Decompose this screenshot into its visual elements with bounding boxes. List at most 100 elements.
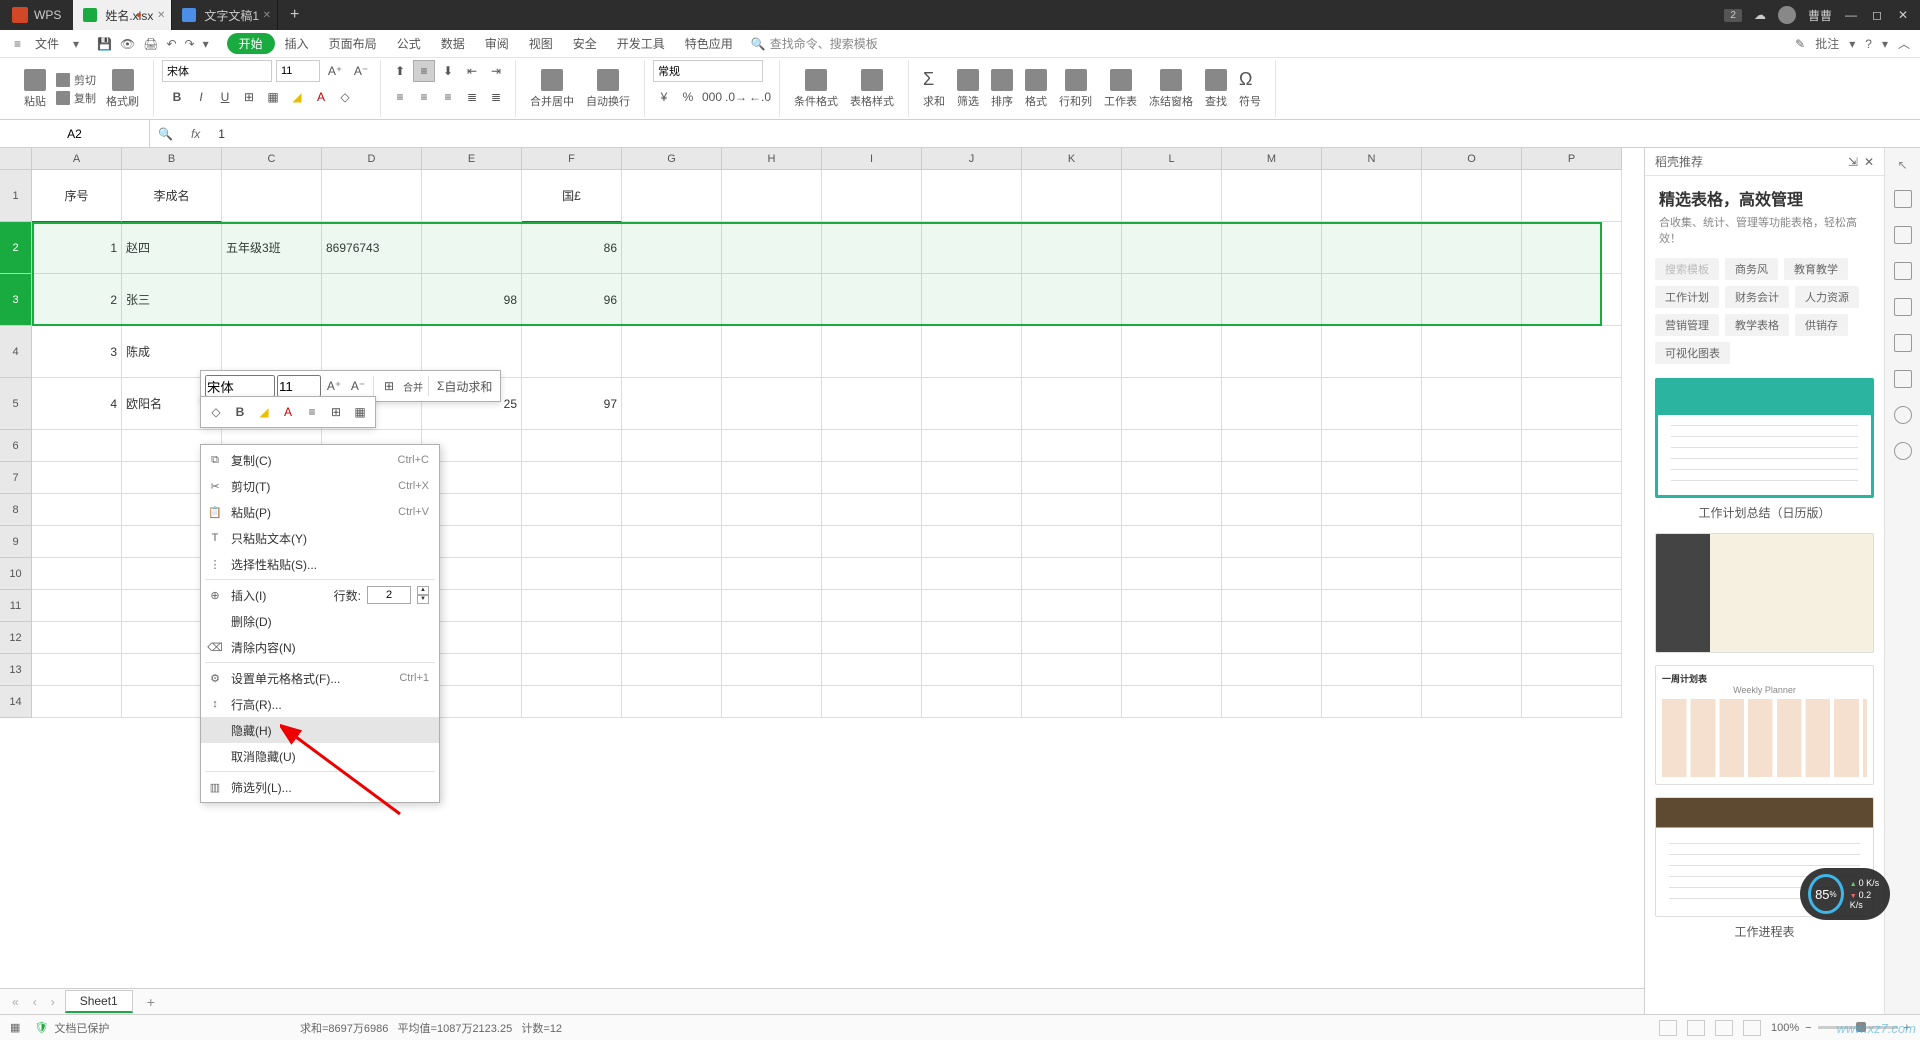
cell-G8[interactable] bbox=[622, 494, 722, 526]
ctx-clear[interactable]: ⌫清除内容(N) bbox=[201, 634, 439, 660]
mini-format-button[interactable]: ▦ bbox=[349, 401, 371, 423]
copy-button[interactable]: 复制 bbox=[56, 90, 96, 106]
gear-icon[interactable] bbox=[1894, 406, 1912, 424]
cell-N5[interactable] bbox=[1322, 378, 1422, 430]
cell-A3[interactable]: 2 bbox=[32, 274, 122, 326]
symbol-button[interactable]: Ω符号 bbox=[1233, 69, 1267, 109]
mini-font-size[interactable] bbox=[277, 375, 321, 397]
cell-J10[interactable] bbox=[922, 558, 1022, 590]
name-box-input[interactable] bbox=[0, 127, 149, 141]
cell-F10[interactable] bbox=[522, 558, 622, 590]
speed-widget[interactable]: 85% 0 K/s 0.2 K/s bbox=[1800, 868, 1890, 920]
settings-icon[interactable] bbox=[1894, 334, 1912, 352]
cell-O5[interactable] bbox=[1422, 378, 1522, 430]
row-header-6[interactable]: 6 bbox=[0, 430, 32, 462]
cell-K8[interactable] bbox=[1022, 494, 1122, 526]
find-button[interactable]: 查找 bbox=[1199, 69, 1233, 109]
col-header-N[interactable]: N bbox=[1322, 148, 1422, 169]
col-header-F[interactable]: F bbox=[522, 148, 622, 169]
clear-format-button[interactable]: ◇ bbox=[334, 86, 356, 108]
cell-A1[interactable]: 序号 bbox=[32, 170, 122, 222]
increase-font-icon[interactable]: A⁺ bbox=[323, 375, 345, 397]
cell-P7[interactable] bbox=[1522, 462, 1622, 494]
cell-D1[interactable] bbox=[322, 170, 422, 222]
cell-O8[interactable] bbox=[1422, 494, 1522, 526]
number-format-combo[interactable] bbox=[653, 60, 763, 82]
filter-button[interactable]: 筛选 bbox=[951, 69, 985, 109]
cell-H7[interactable] bbox=[722, 462, 822, 494]
cell-A6[interactable] bbox=[32, 430, 122, 462]
cell-I2[interactable] bbox=[822, 222, 922, 274]
cell-H2[interactable] bbox=[722, 222, 822, 274]
ctx-unhide[interactable]: 取消隐藏(U) bbox=[201, 743, 439, 769]
cell-P10[interactable] bbox=[1522, 558, 1622, 590]
fx-icon[interactable]: fx bbox=[181, 127, 210, 141]
cell-E1[interactable] bbox=[422, 170, 522, 222]
ctx-row-height[interactable]: ↕行高(R)... bbox=[201, 691, 439, 717]
cell-G5[interactable] bbox=[622, 378, 722, 430]
cell-M10[interactable] bbox=[1222, 558, 1322, 590]
cell-A2[interactable]: 1 bbox=[32, 222, 122, 274]
decrease-indent-button[interactable]: ⇤ bbox=[461, 60, 483, 82]
cell-J7[interactable] bbox=[922, 462, 1022, 494]
cell-K9[interactable] bbox=[1022, 526, 1122, 558]
col-header-L[interactable]: L bbox=[1122, 148, 1222, 169]
col-header-H[interactable]: H bbox=[722, 148, 822, 169]
cell-N2[interactable] bbox=[1322, 222, 1422, 274]
cell-B1[interactable]: 李成名 bbox=[122, 170, 222, 222]
cell-J13[interactable] bbox=[922, 654, 1022, 686]
cell-H5[interactable] bbox=[722, 378, 822, 430]
zoom-out-button[interactable]: − bbox=[1805, 1022, 1811, 1034]
add-tab-button[interactable]: + bbox=[278, 6, 311, 24]
cell-N7[interactable] bbox=[1322, 462, 1422, 494]
cell-G3[interactable] bbox=[622, 274, 722, 326]
cell-K13[interactable] bbox=[1022, 654, 1122, 686]
cell-K1[interactable] bbox=[1022, 170, 1122, 222]
spin-up-button[interactable]: ▲ bbox=[417, 586, 429, 595]
sort-button[interactable]: 排序 bbox=[985, 69, 1019, 109]
freeze-panes-button[interactable]: 冻结窗格 bbox=[1143, 69, 1199, 109]
cell-P5[interactable] bbox=[1522, 378, 1622, 430]
comment-icon[interactable]: ✎ bbox=[1795, 37, 1805, 51]
cell-A12[interactable] bbox=[32, 622, 122, 654]
cell-J5[interactable] bbox=[922, 378, 1022, 430]
row-header-13[interactable]: 13 bbox=[0, 654, 32, 686]
col-header-B[interactable]: B bbox=[122, 148, 222, 169]
cell-A14[interactable] bbox=[32, 686, 122, 718]
row-header-2[interactable]: 2 bbox=[0, 222, 32, 274]
ctx-paste-text[interactable]: T只粘贴文本(Y) bbox=[201, 525, 439, 551]
menu-security[interactable]: 安全 bbox=[563, 35, 607, 52]
cell-O12[interactable] bbox=[1422, 622, 1522, 654]
cell-L13[interactable] bbox=[1122, 654, 1222, 686]
view-normal-button[interactable] bbox=[1659, 1020, 1677, 1036]
cell-F5[interactable]: 97 bbox=[522, 378, 622, 430]
cell-O4[interactable] bbox=[1422, 326, 1522, 378]
cell-P4[interactable] bbox=[1522, 326, 1622, 378]
cell-I10[interactable] bbox=[822, 558, 922, 590]
sum-button[interactable]: Σ求和 bbox=[917, 69, 951, 109]
template-card[interactable]: 一周计划表Weekly Planner bbox=[1655, 665, 1874, 785]
row-header-1[interactable]: 1 bbox=[0, 170, 32, 222]
merge-center-button[interactable]: 合并居中 bbox=[524, 69, 580, 109]
cell-J14[interactable] bbox=[922, 686, 1022, 718]
cell-K7[interactable] bbox=[1022, 462, 1122, 494]
cell-M5[interactable] bbox=[1222, 378, 1322, 430]
cell-N6[interactable] bbox=[1322, 430, 1422, 462]
chevron-down-icon[interactable]: ▾ bbox=[203, 37, 209, 51]
tag-hr[interactable]: 人力资源 bbox=[1795, 286, 1859, 308]
row-header-9[interactable]: 9 bbox=[0, 526, 32, 558]
cell-I1[interactable] bbox=[822, 170, 922, 222]
view-break-button[interactable] bbox=[1715, 1020, 1733, 1036]
print-icon[interactable]: 🖨 bbox=[143, 37, 158, 51]
col-header-M[interactable]: M bbox=[1222, 148, 1322, 169]
cell-P14[interactable] bbox=[1522, 686, 1622, 718]
cell-G11[interactable] bbox=[622, 590, 722, 622]
cell-A7[interactable] bbox=[32, 462, 122, 494]
cell-P2[interactable] bbox=[1522, 222, 1622, 274]
chevron-down-icon[interactable]: ▾ bbox=[73, 37, 79, 51]
cell-M4[interactable] bbox=[1222, 326, 1322, 378]
menu-home[interactable]: 开始 bbox=[227, 33, 275, 54]
spin-down-button[interactable]: ▼ bbox=[417, 595, 429, 604]
slide-icon[interactable] bbox=[1894, 298, 1912, 316]
cell-H10[interactable] bbox=[722, 558, 822, 590]
